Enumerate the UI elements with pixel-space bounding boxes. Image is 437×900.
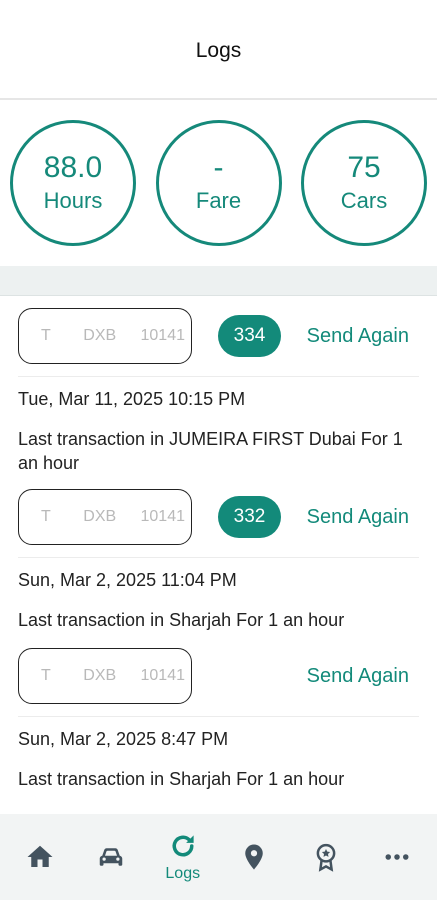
plate-code: T <box>41 327 51 344</box>
nav-more[interactable] <box>367 822 427 892</box>
nav-cars[interactable] <box>81 822 141 892</box>
award-badge-icon <box>316 843 336 872</box>
stat-cars: 75 Cars <box>301 120 427 246</box>
more-dots-icon <box>385 854 409 860</box>
plate-number: 10141 <box>140 667 186 684</box>
stat-label: Fare <box>195 188 242 213</box>
entry-date: Tue, Mar 11, 2025 10:15 PM <box>18 389 246 409</box>
refresh-icon <box>172 835 194 857</box>
location-pin-icon <box>245 844 263 870</box>
app-header: Logs <box>0 0 437 100</box>
plate-city: DXB <box>83 508 117 525</box>
log-entry-row: T DXB 10141 332 Send Again <box>0 477 437 557</box>
count-badge: 332 <box>218 496 281 538</box>
plate-box: T DXB 10141 <box>18 308 192 364</box>
page-title: Logs <box>195 39 242 62</box>
log-list[interactable]: T DXB 10141 334 Send Again Tue, Mar 11, … <box>0 296 437 814</box>
entry-date: Sun, Mar 2, 2025 11:04 PM <box>18 570 237 590</box>
nav-logs[interactable]: Logs <box>153 822 213 892</box>
send-again-button[interactable]: Send Again <box>307 506 409 529</box>
plate-box: T DXB 10141 <box>18 489 192 545</box>
nav-locations[interactable] <box>224 822 284 892</box>
plate-city: DXB <box>83 667 117 684</box>
send-again-button[interactable]: Send Again <box>307 665 409 688</box>
section-divider <box>0 266 437 296</box>
stat-fare: - Fare <box>155 120 282 246</box>
plate-city: DXB <box>83 327 117 344</box>
stat-value: 75 <box>347 151 381 184</box>
home-icon <box>27 845 53 867</box>
log-entry-row: T DXB 10141 Send Again <box>0 636 437 716</box>
count-badge: 334 <box>218 315 281 357</box>
stat-value: 88.0 <box>43 151 103 184</box>
plate-number: 10141 <box>140 327 186 344</box>
log-entry-row: T DXB 10141 334 Send Again <box>0 296 437 376</box>
plate-code: T <box>41 508 51 525</box>
car-icon <box>100 848 123 866</box>
nav-rewards[interactable] <box>296 822 356 892</box>
bottom-nav: Logs <box>0 814 437 900</box>
entry-description: Last transaction in Sharjah For 1 an hou… <box>18 769 345 789</box>
stat-hours: 88.0 Hours <box>10 120 136 246</box>
nav-home[interactable] <box>10 822 70 892</box>
stats-row: 88.0 Hours - Fare 75 Cars <box>0 100 437 266</box>
stat-label: Cars <box>340 188 388 213</box>
nav-logs-label: Logs <box>165 865 201 882</box>
entry-description: Last transaction in Sharjah For 1 an hou… <box>18 610 345 630</box>
entry-date: Sun, Mar 2, 2025 8:47 PM <box>18 729 229 749</box>
plate-box: T DXB 10141 <box>18 648 192 704</box>
stat-value: - <box>213 151 224 184</box>
plate-number: 10141 <box>140 508 186 525</box>
entry-description: Last transaction in JUMEIRA FIRST Dubai … <box>18 429 403 473</box>
stat-label: Hours <box>43 188 103 213</box>
plate-code: T <box>41 667 51 684</box>
send-again-button[interactable]: Send Again <box>307 325 409 348</box>
